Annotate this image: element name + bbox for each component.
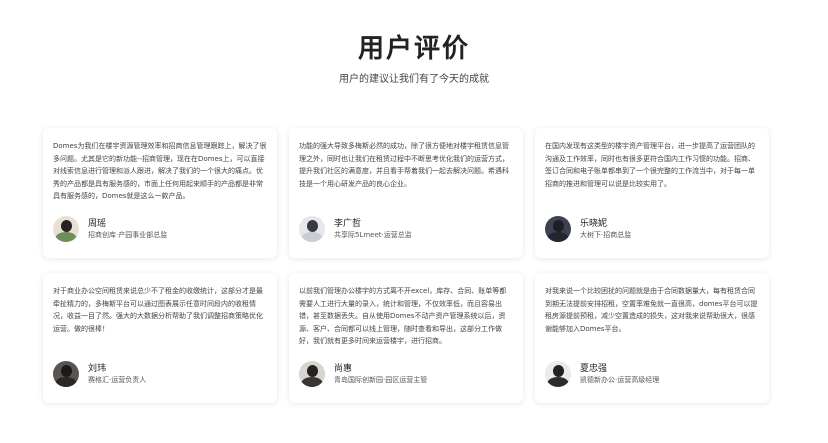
page-title: 用户评价 [357,34,470,64]
avatar [53,361,79,387]
testimonial-author: 尚惠 青岛国际创新园·园区运营主管 [299,361,427,387]
testimonial-card: 对我来说一个比较困扰的问题就是由于合同数据量大，每有租赁合同到期无法提前安排招租… [535,273,769,403]
testimonial-text: 功能的强大导致多梅斯必然的成功，除了很方便地对楼宇租赁信息管理之外，同时也让我们… [299,142,509,188]
author-role: 青岛国际创新园·园区运营主管 [334,375,428,384]
author-name: 刘玮 [88,363,107,374]
testimonial-text: 对于商业办公空间租赁来说总少不了租金的收缴统计，这部分才是最牵扯精力的，多梅斯平… [53,287,263,333]
avatar [545,216,571,242]
testimonial-author: 李广哲 共享际5Lmeet·运营总监 [299,216,412,242]
testimonial-author: 刘玮 赛格汇·运营负责人 [53,361,146,387]
author-role: 凯德新办公·运营高级经理 [580,375,660,384]
testimonial-author: 周瑶 招商创库·产园事业部总监 [53,216,167,242]
avatar [545,361,571,387]
avatar [299,216,325,242]
author-name: 周瑶 [88,218,107,229]
testimonial-text: Domes为我们在楼宇资源管理效率和招商信息管理跟踪上，解决了很多问题。尤其是它… [53,142,267,200]
author-name: 李广哲 [334,218,362,229]
page-subtitle: 用户的建议让我们有了今天的成就 [339,74,489,85]
author-role: 招商创库·产园事业部总监 [88,230,168,239]
testimonial-card: 以前我们管理办公楼宇的方式离不开excel，库存、合同、账单等都需要人工进行大量… [289,273,523,403]
author-role: 大树下·招商总监 [580,230,632,239]
testimonial-text: 以前我们管理办公楼宇的方式离不开excel，库存、合同、账单等都需要人工进行大量… [299,287,507,345]
testimonial-card: 对于商业办公空间租赁来说总少不了租金的收缴统计，这部分才是最牵扯精力的，多梅斯平… [43,273,277,403]
testimonial-author: 夏忠强 凯德新办公·运营高级经理 [545,361,659,387]
avatar [53,216,79,242]
avatar [299,361,325,387]
testimonial-author: 乐晓妮 大树下·招商总监 [545,216,631,242]
author-name: 夏忠强 [580,363,608,374]
author-role: 共享际5Lmeet·运营总监 [334,230,412,239]
testimonial-text: 在国内发现有这类型的楼宇资产管理平台，进一步提高了运营团队的沟通及工作效率，同时… [545,142,755,188]
author-role: 赛格汇·运营负责人 [88,375,147,384]
testimonial-card: 功能的强大导致多梅斯必然的成功，除了很方便地对楼宇租赁信息管理之外，同时也让我们… [289,128,523,258]
author-name: 尚惠 [334,363,353,374]
testimonial-card: 在国内发现有这类型的楼宇资产管理平台，进一步提高了运营团队的沟通及工作效率，同时… [535,128,769,258]
author-name: 乐晓妮 [580,218,608,229]
testimonial-card: Domes为我们在楼宇资源管理效率和招商信息管理跟踪上，解决了很多问题。尤其是它… [43,128,277,258]
testimonial-text: 对我来说一个比较困扰的问题就是由于合同数据量大，每有租赁合同到期无法提前安排招租… [545,287,758,333]
